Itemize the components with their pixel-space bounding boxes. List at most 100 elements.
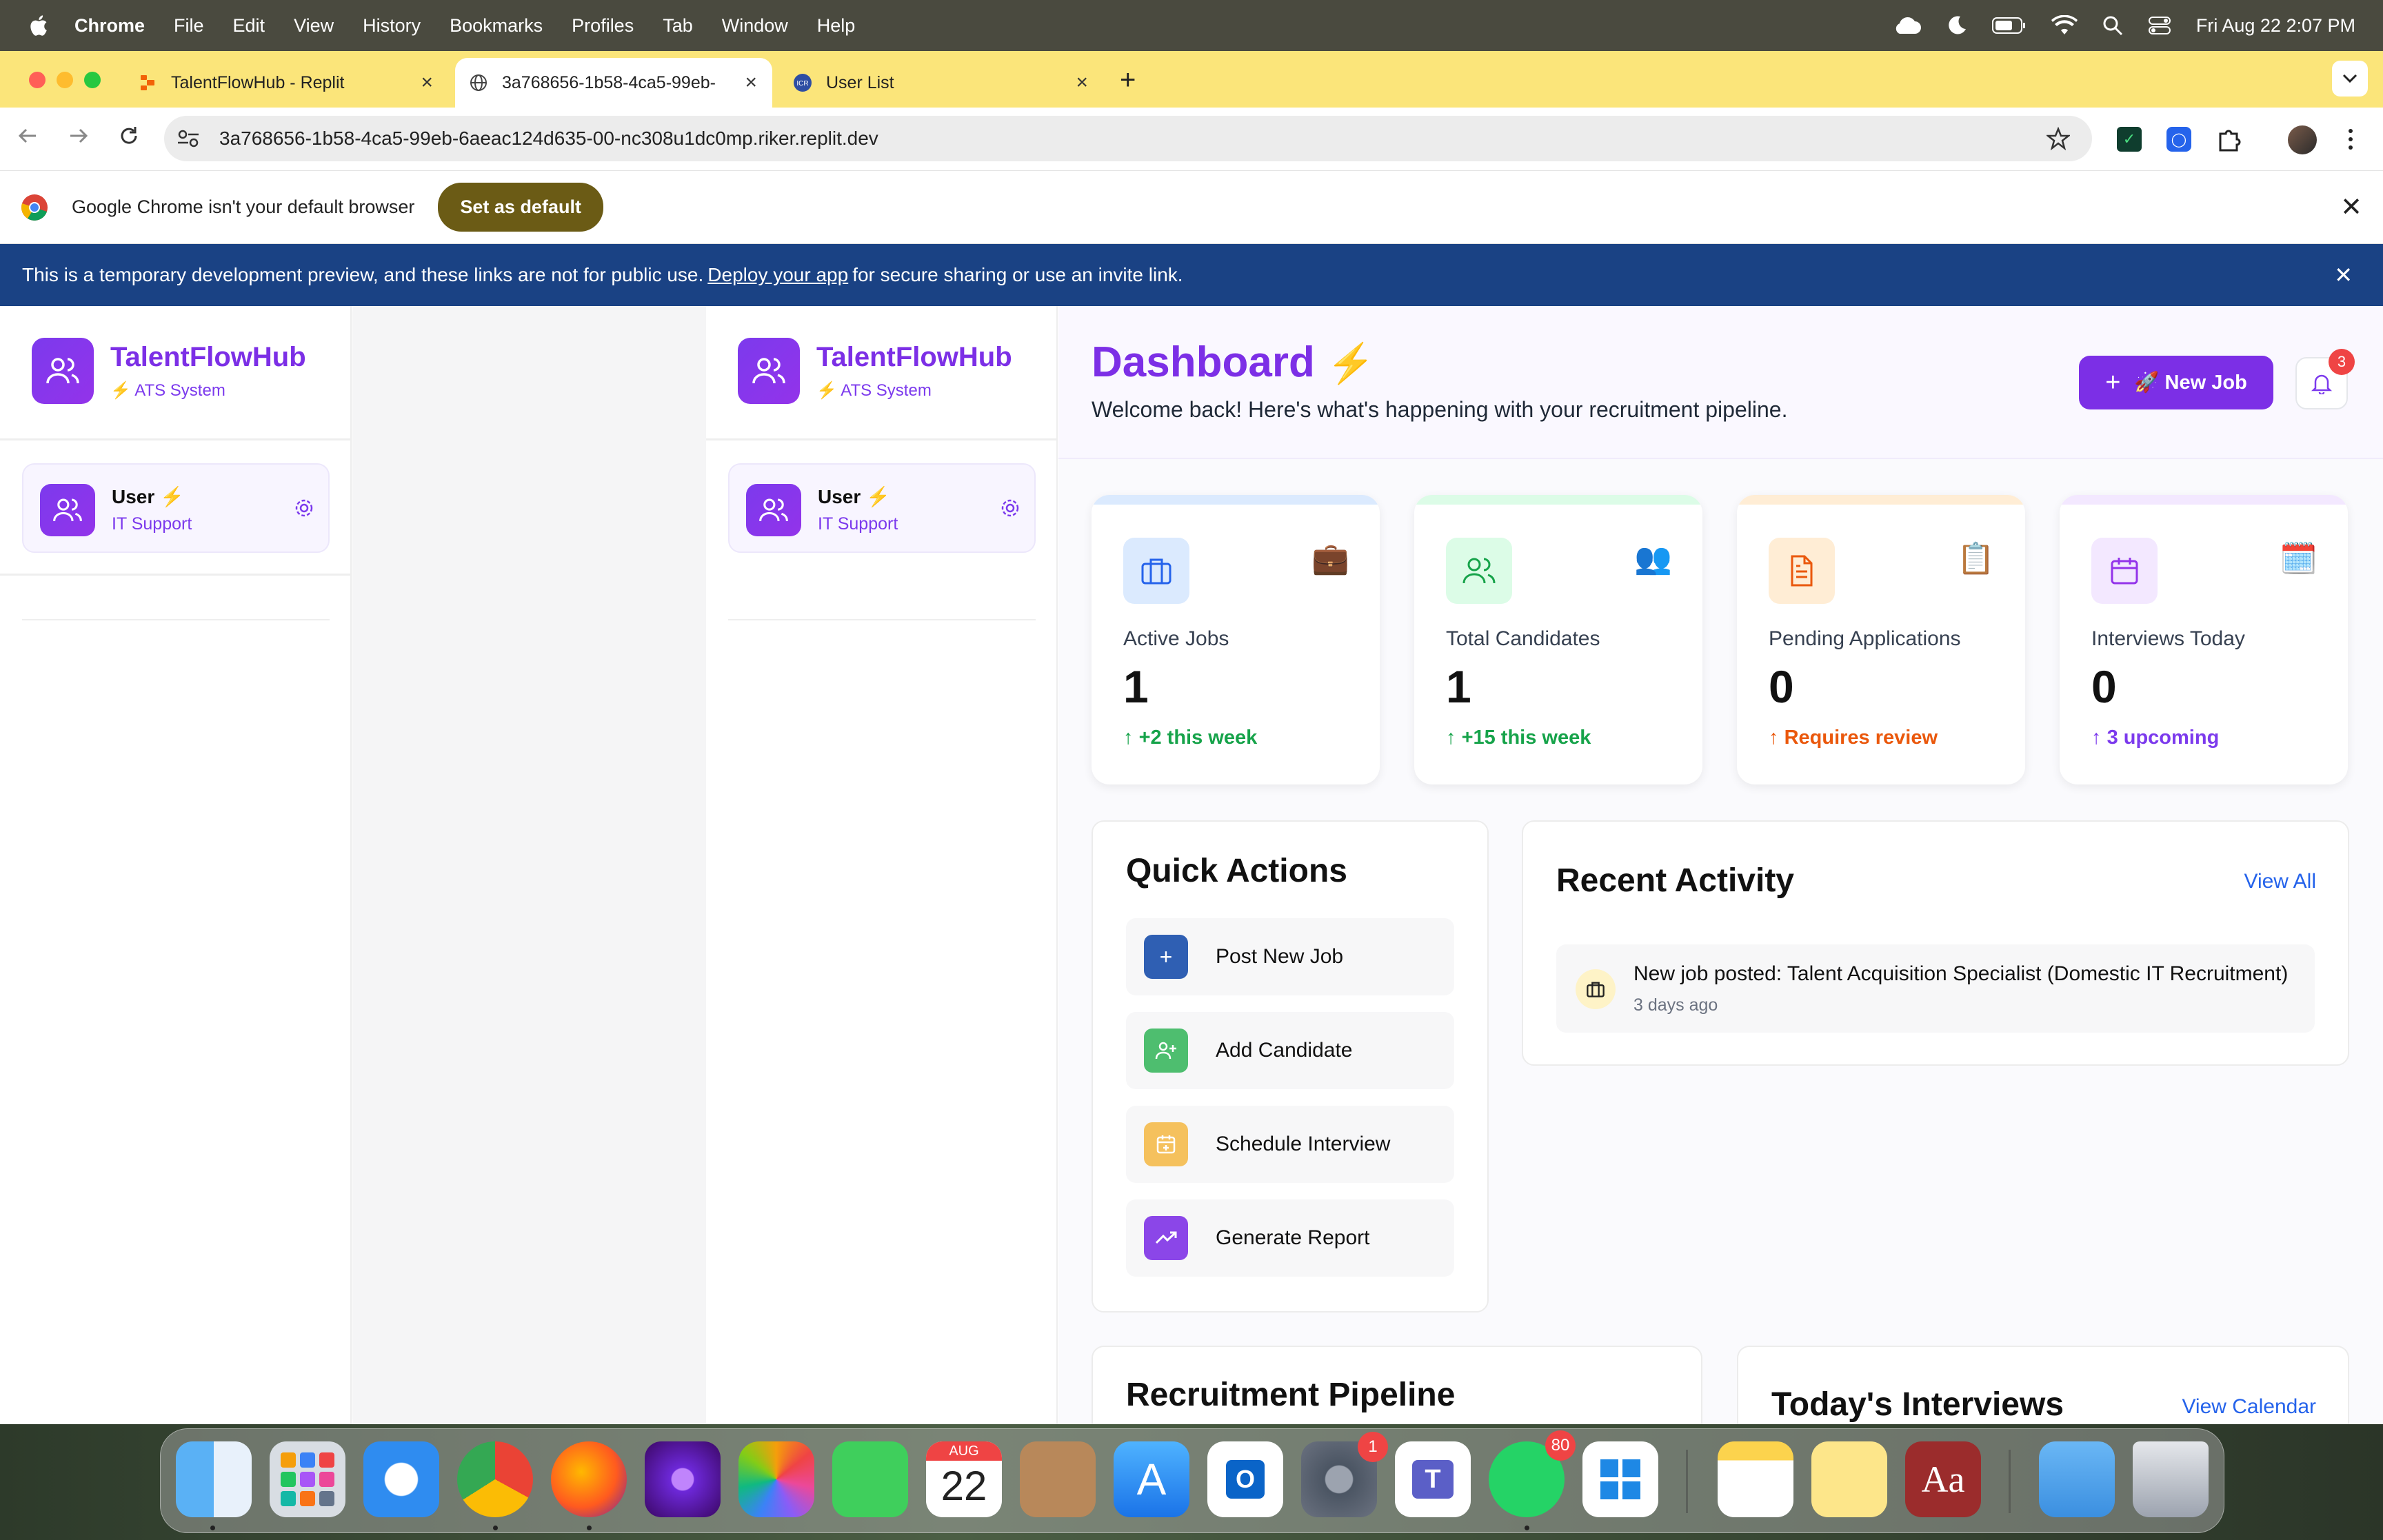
divider bbox=[706, 438, 1058, 440]
tab-preview[interactable]: 3a768656-1b58-4ca5-99eb- × bbox=[455, 58, 772, 108]
url-text[interactable]: 3a768656-1b58-4ca5-99eb-6aeac124d635-00-… bbox=[219, 128, 878, 150]
downloads-folder-icon[interactable] bbox=[2039, 1441, 2115, 1517]
moon-icon[interactable] bbox=[1947, 15, 1967, 36]
plus-icon: + bbox=[2105, 367, 2121, 397]
stat-card-active-jobs[interactable]: 💼 Active Jobs 1 ↑ +2 this week bbox=[1092, 495, 1380, 784]
chrome-icon[interactable] bbox=[457, 1441, 533, 1517]
menu-app-name[interactable]: Chrome bbox=[74, 15, 145, 37]
settings-gear-icon[interactable] bbox=[292, 496, 316, 520]
banner-text: This is a temporary development preview,… bbox=[22, 264, 704, 285]
tab-replit[interactable]: TalentFlowHub - Replit × bbox=[124, 58, 448, 108]
menu-tab[interactable]: Tab bbox=[663, 15, 693, 37]
infobar-close-icon[interactable]: ✕ bbox=[2340, 192, 2362, 223]
menu-view[interactable]: View bbox=[294, 15, 334, 37]
menu-file[interactable]: File bbox=[174, 15, 204, 37]
reload-icon[interactable] bbox=[117, 124, 141, 148]
tab-close-icon[interactable]: × bbox=[1076, 71, 1088, 94]
dictionary-icon[interactable]: Aa bbox=[1905, 1441, 1981, 1517]
extension-chat-icon[interactable]: ◯ bbox=[2166, 127, 2191, 152]
menubar-clock[interactable]: Fri Aug 22 2:07 PM bbox=[2196, 15, 2355, 37]
launchpad-icon[interactable] bbox=[270, 1441, 345, 1517]
notification-badge: 3 bbox=[2329, 349, 2355, 375]
forward-arrow-icon[interactable] bbox=[66, 124, 90, 148]
view-calendar-link[interactable]: View Calendar bbox=[2182, 1395, 2316, 1419]
chrome-menu-kebab-icon[interactable] bbox=[2344, 127, 2357, 152]
set-as-default-button[interactable]: Set as default bbox=[438, 183, 603, 232]
windows-app-icon[interactable] bbox=[1582, 1441, 1658, 1517]
tab-close-icon[interactable]: × bbox=[421, 71, 433, 94]
teams-icon[interactable]: T bbox=[1395, 1441, 1471, 1517]
icloud-icon[interactable] bbox=[1891, 16, 1922, 35]
stickies-icon[interactable] bbox=[1811, 1441, 1887, 1517]
menu-history[interactable]: History bbox=[363, 15, 421, 37]
user-plus-icon bbox=[1144, 1029, 1188, 1073]
user-profile-card[interactable]: User ⚡ IT Support bbox=[728, 463, 1036, 553]
brand-name: TalentFlowHub bbox=[816, 342, 1012, 372]
wifi-icon[interactable] bbox=[2051, 15, 2078, 36]
activity-item[interactable]: New job posted: Talent Acquisition Speci… bbox=[1556, 944, 2315, 1033]
firefox-icon[interactable] bbox=[551, 1441, 627, 1517]
browser-tab-strip: TalentFlowHub - Replit × 3a768656-1b58-4… bbox=[0, 51, 2383, 108]
dictionary-label: Aa bbox=[1921, 1459, 1965, 1500]
finder-icon[interactable] bbox=[176, 1441, 252, 1517]
tor-browser-icon[interactable] bbox=[645, 1441, 721, 1517]
outlook-icon[interactable]: O bbox=[1207, 1441, 1283, 1517]
menu-window[interactable]: Window bbox=[722, 15, 788, 37]
menu-profiles[interactable]: Profiles bbox=[572, 15, 634, 37]
minimize-window-button[interactable] bbox=[57, 72, 73, 88]
brand-logo-icon bbox=[32, 338, 94, 404]
generate-report-button[interactable]: Generate Report bbox=[1126, 1199, 1454, 1277]
stat-card-pending-applications[interactable]: 📋 Pending Applications 0 ↑ Requires revi… bbox=[1737, 495, 2025, 784]
safari-icon[interactable] bbox=[363, 1441, 439, 1517]
settings-gear-icon[interactable] bbox=[998, 496, 1022, 520]
trash-icon[interactable] bbox=[2133, 1441, 2209, 1517]
menu-help[interactable]: Help bbox=[817, 15, 856, 37]
spotlight-search-icon[interactable] bbox=[2102, 15, 2123, 36]
control-center-icon[interactable] bbox=[2148, 15, 2171, 36]
menu-edit[interactable]: Edit bbox=[233, 15, 265, 37]
view-all-link[interactable]: View All bbox=[2244, 870, 2316, 893]
menu-bookmarks[interactable]: Bookmarks bbox=[450, 15, 543, 37]
brand-subtitle: ⚡ ATS System bbox=[110, 381, 225, 400]
facetime-icon[interactable] bbox=[832, 1441, 908, 1517]
photos-icon[interactable] bbox=[738, 1441, 814, 1517]
app-store-icon[interactable]: A bbox=[1114, 1441, 1189, 1517]
extension-vscode-icon[interactable]: ✓ bbox=[2117, 127, 2142, 152]
zoom-window-button[interactable] bbox=[84, 72, 101, 88]
back-arrow-icon[interactable] bbox=[17, 124, 40, 148]
tab-user-list[interactable]: ICR User List × bbox=[779, 58, 1103, 108]
new-job-button[interactable]: + 🚀 New Job bbox=[2079, 356, 2273, 409]
divider bbox=[22, 619, 330, 620]
new-tab-plus-icon[interactable]: + bbox=[1120, 65, 1136, 96]
address-bar[interactable]: 3a768656-1b58-4ca5-99eb-6aeac124d635-00-… bbox=[164, 116, 2092, 161]
user-profile-card[interactable]: User ⚡ IT Support bbox=[22, 463, 330, 553]
stat-card-interviews-today[interactable]: 🗓️ Interviews Today 0 ↑ 3 upcoming bbox=[2060, 495, 2348, 784]
extensions-puzzle-icon[interactable] bbox=[2216, 127, 2241, 152]
tab-title: User List bbox=[826, 72, 894, 92]
apple-logo-icon[interactable] bbox=[28, 14, 48, 37]
site-info-tune-icon[interactable] bbox=[177, 128, 200, 149]
calendar-app-icon[interactable]: AUG 22 bbox=[926, 1441, 1002, 1517]
notes-icon[interactable] bbox=[1718, 1441, 1793, 1517]
stat-value: 0 bbox=[2091, 661, 2117, 712]
bookmark-star-icon[interactable] bbox=[2047, 127, 2070, 150]
stat-emoji: 👥 bbox=[1634, 542, 1672, 576]
schedule-interview-button[interactable]: Schedule Interview bbox=[1126, 1106, 1454, 1183]
close-window-button[interactable] bbox=[29, 72, 46, 88]
post-new-job-button[interactable]: + Post New Job bbox=[1126, 918, 1454, 995]
stat-card-total-candidates[interactable]: 👥 Total Candidates 1 ↑ +15 this week bbox=[1414, 495, 1702, 784]
banner-close-icon[interactable]: ✕ bbox=[2334, 262, 2353, 288]
tab-close-icon[interactable]: × bbox=[745, 71, 757, 94]
replit-favicon-icon bbox=[138, 73, 157, 92]
recruitment-pipeline-title: Recruitment Pipeline bbox=[1126, 1377, 1456, 1413]
notifications-button[interactable]: 3 bbox=[2295, 349, 2355, 409]
add-candidate-button[interactable]: Add Candidate bbox=[1126, 1012, 1454, 1089]
user-avatar-icon bbox=[40, 484, 95, 536]
profile-avatar[interactable] bbox=[2288, 125, 2317, 154]
contacts-icon[interactable] bbox=[1020, 1441, 1096, 1517]
battery-icon[interactable] bbox=[1991, 17, 2027, 34]
deploy-app-link[interactable]: Deploy your app bbox=[707, 264, 848, 286]
dashboard-header: Dashboard ⚡ Welcome back! Here's what's … bbox=[1058, 306, 2383, 459]
calendar-plus-icon bbox=[1144, 1122, 1188, 1166]
tab-search-chevron-icon[interactable] bbox=[2332, 61, 2368, 97]
